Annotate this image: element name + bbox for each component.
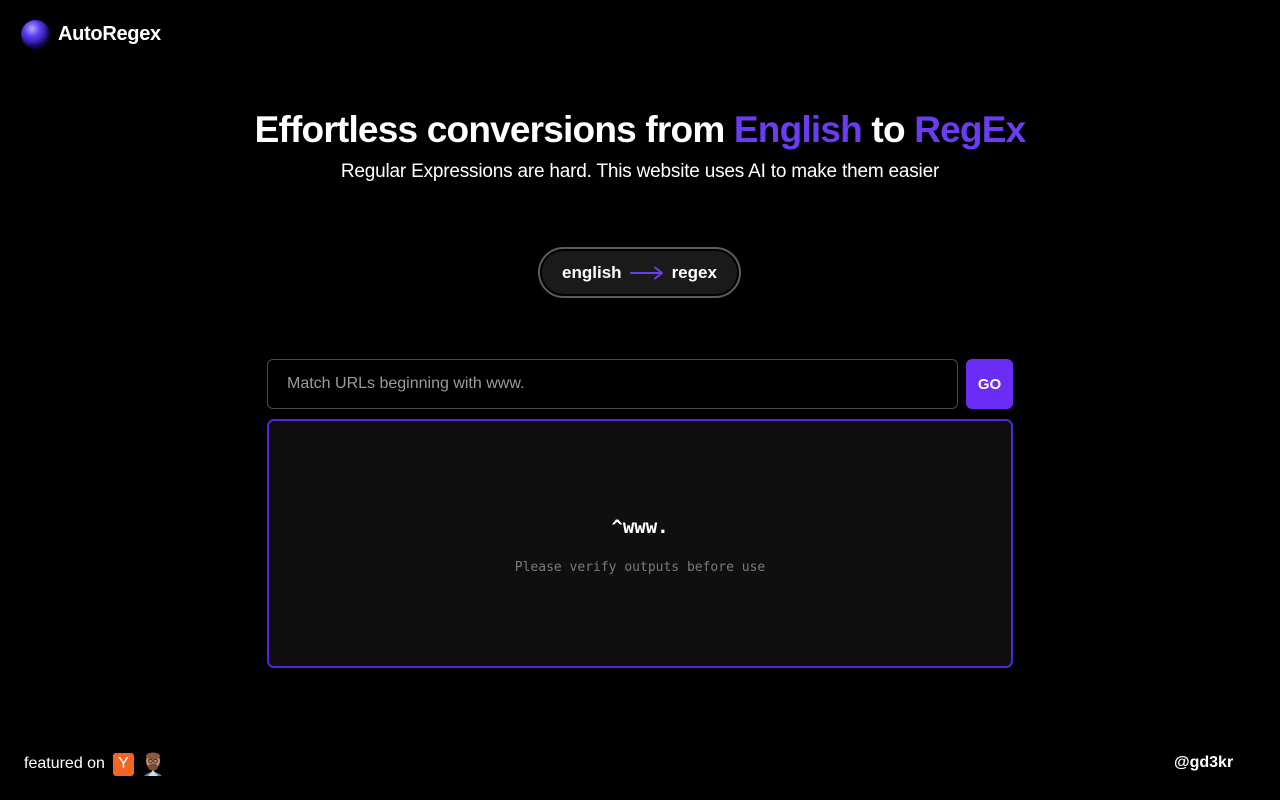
mode-toggle-button[interactable]: english regex	[538, 247, 741, 298]
featured-on: featured on Y	[24, 752, 164, 776]
title-accent-english: English	[733, 109, 863, 150]
y-combinator-icon[interactable]: Y	[112, 752, 134, 776]
featured-label: featured on	[24, 755, 105, 772]
avatar-icon[interactable]	[141, 752, 164, 776]
mode-toggle-inner: english regex	[542, 251, 737, 294]
app-name: AutoRegex	[58, 23, 161, 45]
title-part-2: to	[861, 109, 915, 150]
hero: Effortless conversions from English to R…	[0, 108, 1280, 184]
go-button[interactable]: GO	[966, 359, 1013, 409]
author-handle-link[interactable]: @gd3kr	[1174, 754, 1233, 772]
title-part-1: Effortless conversions from	[254, 109, 734, 150]
logo-link[interactable]: AutoRegex	[21, 20, 161, 49]
regex-output: ^www.	[611, 516, 669, 538]
title-accent-regex: RegEx	[914, 109, 1026, 150]
page-title: Effortless conversions from English to R…	[0, 108, 1280, 152]
purple-orb-icon	[21, 20, 50, 49]
arrow-right-icon	[629, 266, 664, 280]
mode-from-label: english	[562, 262, 622, 282]
page: AutoRegex Effortless conversions from En…	[0, 0, 1280, 800]
mode-to-label: regex	[671, 262, 717, 282]
output-panel: ^www. Please verify outputs before use	[267, 419, 1013, 668]
query-input[interactable]	[267, 359, 958, 409]
verify-note: Please verify outputs before use	[514, 560, 766, 575]
page-subtitle: Regular Expressions are hard. This websi…	[340, 161, 940, 182]
